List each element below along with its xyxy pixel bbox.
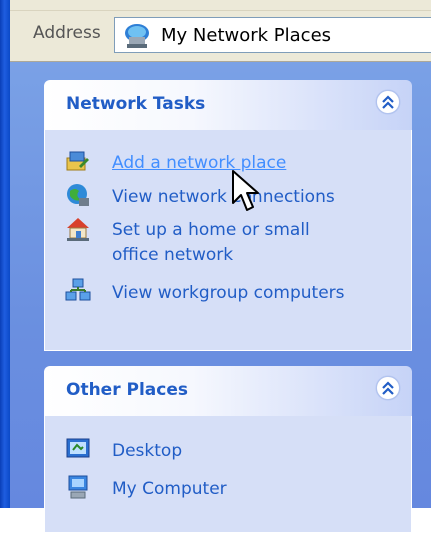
chevron-up-double-icon [382,95,394,109]
network-tasks-body: Add a network place View network connect… [44,130,412,351]
other-places-header[interactable]: Other Places [44,366,412,416]
address-bar: Address My Network Places [10,11,431,62]
task-label[interactable]: Desktop [112,438,182,465]
task-label[interactable]: View network connections [112,184,335,211]
window-frame-left [0,0,10,508]
mouse-cursor-icon [232,170,259,211]
task-label[interactable]: Set up a home or small office network [112,218,310,268]
task-label[interactable]: My Computer [112,476,227,503]
workgroup-computers-icon [65,278,91,304]
toolbar-strip [10,0,431,11]
network-connections-icon [65,182,91,208]
address-value: My Network Places [161,25,332,46]
task-label-line2: office network [112,245,234,265]
task-label[interactable]: View workgroup computers [112,280,345,307]
network-tasks-header[interactable]: Network Tasks [44,80,412,130]
address-field[interactable]: My Network Places [114,17,431,53]
network-places-icon [123,23,153,49]
place-desktop[interactable]: Desktop [45,432,411,470]
task-set-up-home-network[interactable]: Set up a home or small office network [45,212,411,274]
address-label: Address [33,23,101,43]
task-view-network-connections[interactable]: View network connections [45,178,411,212]
desktop-icon [65,436,91,462]
network-tasks-collapse-button[interactable] [376,90,400,114]
my-computer-icon [65,474,91,500]
other-places-title: Other Places [66,380,188,400]
task-pane: Network Tasks Add a network place View n… [10,62,431,533]
network-tasks-title: Network Tasks [66,94,206,114]
chevron-up-double-icon [382,381,394,395]
task-add-network-place[interactable]: Add a network place [45,144,411,178]
home-network-icon [65,216,91,242]
task-label-line1: Set up a home or small [112,220,310,240]
add-network-place-icon [65,148,91,174]
other-places-body: Desktop My Computer [44,416,412,533]
network-tasks-panel: Network Tasks Add a network place View n… [44,80,412,351]
other-places-collapse-button[interactable] [376,376,400,400]
task-view-workgroup-computers[interactable]: View workgroup computers [45,274,411,308]
place-my-computer[interactable]: My Computer [45,470,411,504]
